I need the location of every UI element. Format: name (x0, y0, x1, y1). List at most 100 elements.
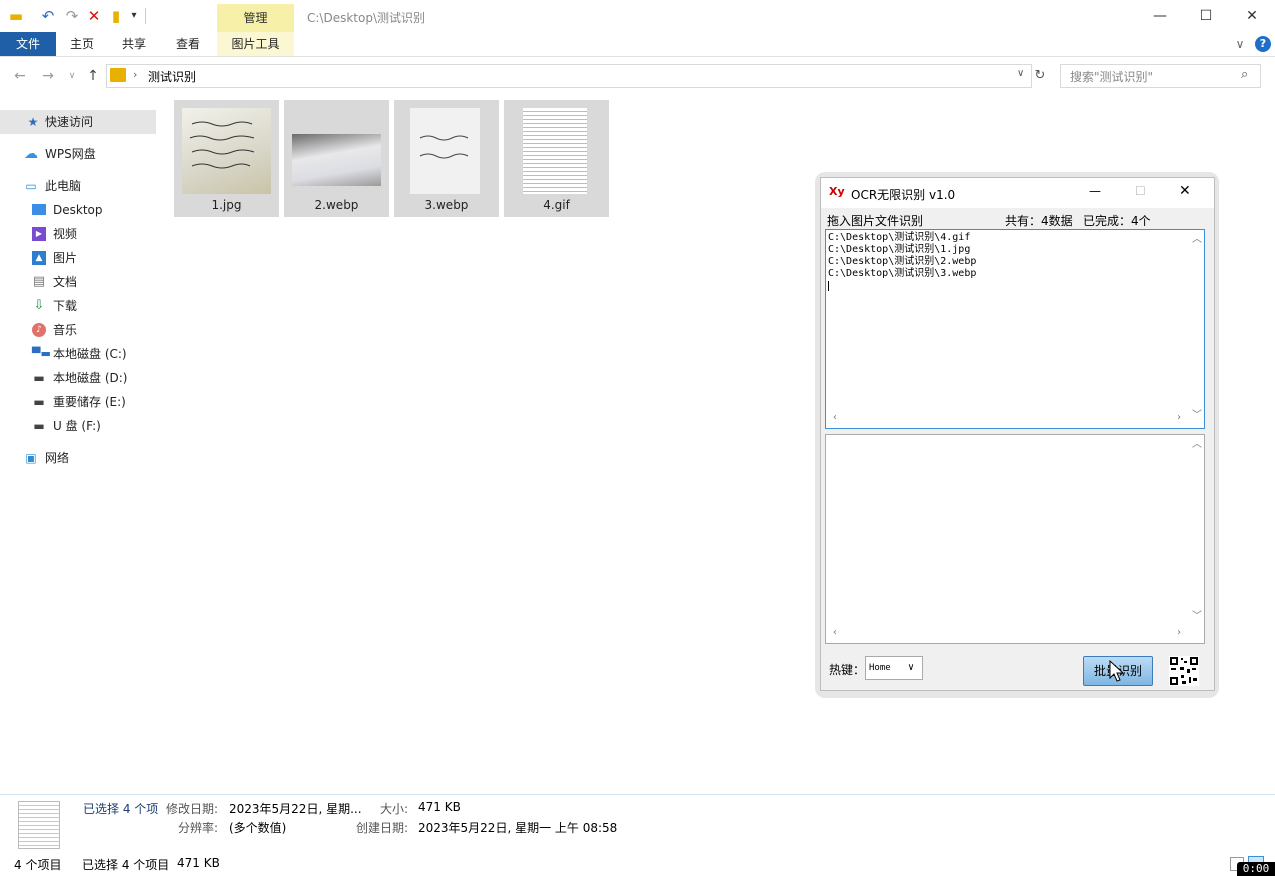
created-label: 创建日期: (356, 821, 409, 835)
scroll-right-icon[interactable]: › (1176, 412, 1182, 424)
size-label: 大小: (380, 802, 409, 816)
qr-code-icon (1169, 656, 1199, 686)
search-icon[interactable]: ⌕ (1241, 67, 1248, 82)
sidebar-item-label: 本地磁盘 (D:) (53, 371, 128, 385)
sidebar-item-label: 重要储存 (E:) (53, 395, 126, 409)
scroll-down-icon[interactable]: ﹀ (1192, 611, 1202, 623)
result-textarea[interactable]: ︿ ﹀ ‹ › (825, 434, 1205, 644)
sidebar-item-this-pc[interactable]: ▭ 此电脑 (0, 174, 156, 198)
back-icon[interactable]: ← (10, 64, 30, 88)
cloud-icon: ☁ (24, 146, 38, 162)
drive-icon: ▬ (33, 419, 45, 433)
customize-toolbar-icon[interactable]: ▾ (126, 8, 142, 24)
manage-context-tab[interactable]: 管理 (217, 4, 294, 32)
image-preview (292, 134, 381, 186)
sidebar-item-music[interactable]: ♪ 音乐 (0, 318, 156, 342)
separator (145, 8, 146, 24)
created-value: 2023年5月22日, 星期一 上午 08:58 (418, 821, 618, 835)
item-count: 4 个项目 (14, 858, 62, 872)
sidebar-item-wps[interactable]: ☁ WPS网盘 (0, 142, 156, 166)
size-value: 471 KB (418, 800, 461, 814)
sidebar-item-drive-e[interactable]: ▬ 重要储存 (E:) (0, 390, 156, 414)
sidebar-item-label: 本地磁盘 (C:) (53, 347, 127, 361)
sidebar-item-label: Desktop (53, 203, 103, 217)
sidebar-item-desktop[interactable]: Desktop (0, 198, 156, 222)
new-folder-icon[interactable]: ▮ (108, 8, 124, 24)
delete-icon[interactable]: ✕ (86, 8, 102, 24)
ocr-minimize-button[interactable]: — (1089, 184, 1101, 198)
redo-icon[interactable]: ↷ (64, 8, 80, 24)
file-name: 4.gif (543, 198, 570, 212)
sidebar-item-drive-f[interactable]: ▬ U 盘 (F:) (0, 414, 156, 438)
hotkey-select[interactable]: Home ∨ (865, 656, 923, 680)
video-icon: ▶ (32, 227, 46, 241)
refresh-icon[interactable]: ↻ (1031, 64, 1049, 88)
scroll-down-icon[interactable]: ﹀ (1192, 410, 1202, 422)
folder-icon: ▬ (8, 7, 24, 25)
file-thumbnail[interactable]: 4.gif (504, 100, 609, 217)
tab-view[interactable]: 查看 (164, 32, 212, 56)
up-icon[interactable]: ↑ (83, 64, 103, 88)
ribbon-tabs: 文件 主页 共享 查看 图片工具 ∨ ? (0, 32, 1275, 57)
selection-thumbnail (18, 801, 60, 849)
chevron-down-icon: ∨ (908, 662, 915, 673)
help-icon[interactable]: ? (1255, 36, 1271, 52)
file-path-line: C:\Desktop\测试识别\1.jpg (828, 244, 971, 255)
file-thumbnail[interactable]: 3.webp (394, 100, 499, 217)
ribbon-expand-icon[interactable]: ∨ (1232, 32, 1248, 56)
scroll-left-icon[interactable]: ‹ (832, 412, 838, 424)
scroll-left-icon[interactable]: ‹ (832, 627, 838, 639)
hotkey-value: Home (869, 663, 891, 673)
document-preview (523, 108, 587, 194)
handwriting-image (189, 121, 255, 169)
breadcrumb-separator-icon: › (133, 68, 138, 81)
sidebar-item-videos[interactable]: ▶ 视频 (0, 222, 156, 246)
sidebar-item-documents[interactable]: ▤ 文档 (0, 270, 156, 294)
scroll-right-icon[interactable]: › (1176, 627, 1182, 639)
ocr-close-button[interactable]: ✕ (1179, 183, 1191, 199)
sidebar-item-quick-access[interactable]: ★ 快速访问 (0, 110, 156, 134)
done-count: 已完成：4个 (1083, 214, 1151, 228)
selected-size: 471 KB (177, 856, 220, 870)
scroll-up-icon[interactable]: ︿ (1192, 234, 1202, 246)
file-list-textarea[interactable]: C:\Desktop\测试识别\4.gif C:\Desktop\测试识别\1.… (825, 229, 1205, 429)
file-name: 3.webp (424, 198, 469, 212)
selected-count: 已选择 4 个项目 (82, 858, 170, 872)
tab-home[interactable]: 主页 (58, 32, 106, 56)
sidebar-item-network[interactable]: ▣ 网络 (0, 446, 156, 470)
sidebar-item-drive-c[interactable]: ▀▬ 本地磁盘 (C:) (0, 342, 156, 366)
close-button[interactable]: ✕ (1229, 0, 1275, 32)
sidebar-item-label: 快速访问 (45, 115, 94, 129)
details-pane: 已选择 4 个项 修改日期: 2023年5月22日, 星期... 大小: 471… (0, 794, 1275, 849)
search-input[interactable]: 搜索"测试识别" ⌕ (1060, 64, 1261, 88)
sidebar-item-label: 下载 (53, 299, 78, 313)
ocr-title: OCR无限识别 v1.0 (851, 188, 956, 202)
breadcrumb-folder[interactable]: 测试识别 (148, 68, 196, 85)
sidebar-item-pictures[interactable]: ▲ 图片 (0, 246, 156, 270)
tab-picture-tools[interactable]: 图片工具 (217, 32, 294, 56)
picture-icon: ▲ (32, 251, 46, 265)
resolution-label: 分辨率: (178, 821, 219, 835)
ocr-maximize-button[interactable]: ☐ (1135, 184, 1146, 198)
total-count: 共有：4数据 (1005, 214, 1073, 228)
sidebar-item-drive-d[interactable]: ▬ 本地磁盘 (D:) (0, 366, 156, 390)
address-bar[interactable]: › 测试识别 ∨ (106, 64, 1032, 88)
file-name: 2.webp (314, 198, 359, 212)
address-dropdown-icon[interactable]: ∨ (1017, 68, 1024, 79)
text-cursor (828, 281, 829, 291)
undo-icon[interactable]: ↶ (40, 8, 56, 24)
navigation-pane: ★ 快速访问 ☁ WPS网盘 ▭ 此电脑 Desktop ▶ 视频 ▲ 图片 ▤… (0, 104, 160, 784)
tab-share[interactable]: 共享 (110, 32, 158, 56)
sidebar-item-downloads[interactable]: ⇩ 下载 (0, 294, 156, 318)
forward-icon[interactable]: → (38, 64, 58, 88)
maximize-button[interactable]: ☐ (1183, 0, 1229, 32)
desktop-icon (32, 204, 46, 215)
network-icon: ▣ (25, 451, 37, 465)
recent-locations-icon[interactable]: ∨ (62, 64, 82, 88)
minimize-button[interactable]: — (1137, 0, 1183, 32)
scroll-up-icon[interactable]: ︿ (1192, 439, 1202, 451)
file-thumbnail[interactable]: 1.jpg (174, 100, 279, 217)
tab-file[interactable]: 文件 (0, 32, 56, 56)
file-thumbnail[interactable]: 2.webp (284, 100, 389, 217)
search-placeholder: 搜索"测试识别" (1070, 70, 1154, 84)
